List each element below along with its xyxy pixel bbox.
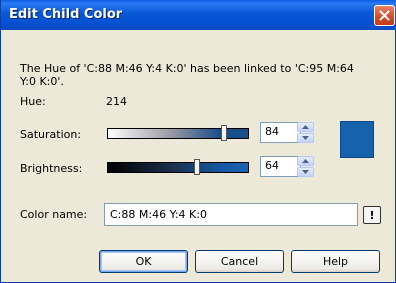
chevron-up-icon <box>302 125 309 129</box>
exclamation-icon: ! <box>369 208 375 222</box>
help-button[interactable]: Help <box>291 250 380 273</box>
title-bar[interactable]: Edit Child Color <box>1 0 396 30</box>
dialog-title: Edit Child Color <box>9 7 123 22</box>
hue-value: 214 <box>106 95 127 108</box>
saturation-input[interactable]: 84 <box>260 122 301 143</box>
ok-button[interactable]: OK <box>99 250 188 273</box>
saturation-increment-button[interactable] <box>297 122 314 132</box>
saturation-label: Saturation: <box>20 128 82 141</box>
saturation-stepper[interactable] <box>297 122 314 143</box>
close-icon <box>379 10 390 21</box>
color-preview-swatch <box>340 121 374 158</box>
brightness-stepper[interactable] <box>297 156 314 177</box>
chevron-down-icon <box>302 136 309 140</box>
link-message-line1: The Hue of 'C:88 M:46 Y:4 K:0' has been … <box>20 62 354 75</box>
brightness-decrement-button[interactable] <box>297 167 314 177</box>
chevron-down-icon <box>302 170 309 174</box>
close-button[interactable] <box>374 5 395 26</box>
hue-label: Hue: <box>20 95 46 108</box>
link-message-line2: Y:0 K:0'. <box>20 75 64 88</box>
brightness-increment-button[interactable] <box>297 156 314 166</box>
brightness-input[interactable]: 64 <box>260 156 301 177</box>
color-name-input[interactable]: C:88 M:46 Y:4 K:0 <box>104 203 358 226</box>
edit-child-color-dialog: Edit Child Color The Hue of 'C:88 M:46 Y… <box>0 0 396 283</box>
brightness-label: Brightness: <box>20 162 83 175</box>
saturation-decrement-button[interactable] <box>297 133 314 143</box>
saturation-slider-thumb[interactable] <box>221 125 227 141</box>
color-name-label: Color name: <box>20 208 88 221</box>
chevron-up-icon <box>302 159 309 163</box>
brightness-slider-thumb[interactable] <box>194 159 200 175</box>
saturation-slider[interactable] <box>107 128 249 139</box>
cancel-button[interactable]: Cancel <box>195 250 284 273</box>
brightness-slider[interactable] <box>107 162 249 173</box>
color-name-lock-button[interactable]: ! <box>363 206 381 224</box>
